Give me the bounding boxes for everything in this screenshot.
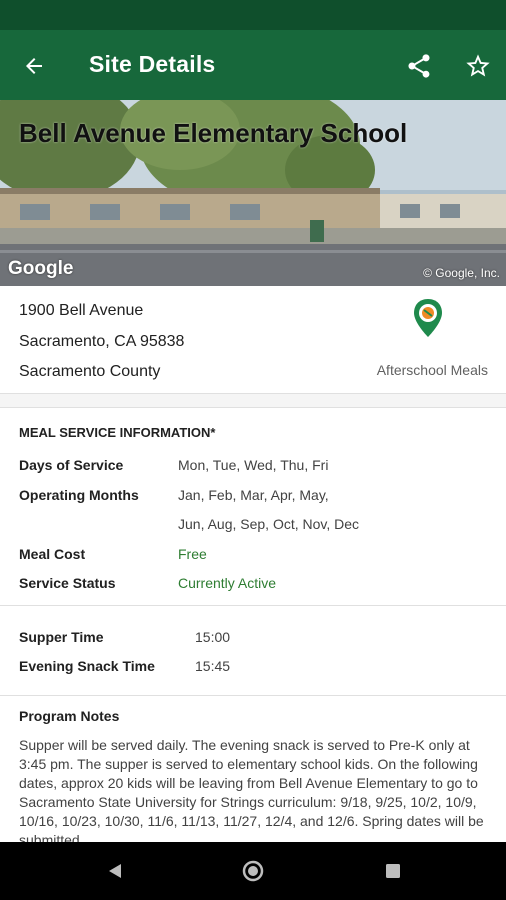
google-logo: Google xyxy=(8,258,74,279)
program-notes-body: Supper will be served daily. The evening… xyxy=(19,737,484,842)
meal-service-section: MEAL SERVICE INFORMATION* Days of Servic… xyxy=(0,409,506,606)
status-bar xyxy=(0,0,506,30)
operating-months-value-line1: Jan, Feb, Mar, Apr, May, xyxy=(178,487,329,503)
program-notes-section: Program Notes Supper will be served dail… xyxy=(0,697,506,842)
share-icon[interactable] xyxy=(402,49,436,83)
nav-back-triangle-icon[interactable] xyxy=(103,859,127,883)
address-section: 1900 Bell Avenue Sacramento, CA 95838 Sa… xyxy=(0,286,506,394)
nav-recents-square-icon[interactable] xyxy=(381,859,405,883)
meal-cost-value: Free xyxy=(178,546,207,562)
meal-cost-label: Meal Cost xyxy=(19,546,86,562)
city-state-zip: Sacramento, CA 95838 xyxy=(19,333,185,350)
system-navigation-bar xyxy=(0,842,506,900)
supper-time-value: 15:00 xyxy=(195,629,231,645)
school-name: Bell Avenue Elementary School xyxy=(19,118,408,148)
street-view-image: Bell Avenue Elementary School Google © G… xyxy=(0,100,506,286)
program-notes-heading: Program Notes xyxy=(19,708,120,724)
meal-service-heading: MEAL SERVICE INFORMATION* xyxy=(19,425,216,440)
section-divider xyxy=(0,394,506,408)
days-of-service-value: Mon, Tue, Wed, Thu, Fri xyxy=(178,457,329,473)
page-title: Site Details xyxy=(89,51,216,77)
street-address: 1900 Bell Avenue xyxy=(19,302,144,319)
county: Sacramento County xyxy=(19,363,161,380)
meal-times-section: Supper Time 15:00 Evening Snack Time 15:… xyxy=(0,606,506,696)
app-bar: Site Details xyxy=(0,30,506,100)
evening-snack-time-label: Evening Snack Time xyxy=(19,658,155,674)
nav-home-circle-icon[interactable] xyxy=(241,859,265,883)
image-copyright: © Google, Inc. xyxy=(423,266,500,280)
arrow-back-icon[interactable] xyxy=(18,50,50,82)
operating-months-label: Operating Months xyxy=(19,487,139,503)
days-of-service-label: Days of Service xyxy=(19,457,124,473)
service-status-value: Currently Active xyxy=(178,575,277,591)
program-type-label: Afterschool Meals xyxy=(376,362,488,378)
supper-time-label: Supper Time xyxy=(19,629,104,645)
evening-snack-time-value: 15:45 xyxy=(195,658,231,674)
operating-months-value-line2: Jun, Aug, Sep, Oct, Nov, Dec xyxy=(178,516,360,532)
afterschool-meals-icon xyxy=(412,298,444,338)
star-outline-icon[interactable] xyxy=(461,49,495,83)
service-status-label: Service Status xyxy=(19,575,116,591)
